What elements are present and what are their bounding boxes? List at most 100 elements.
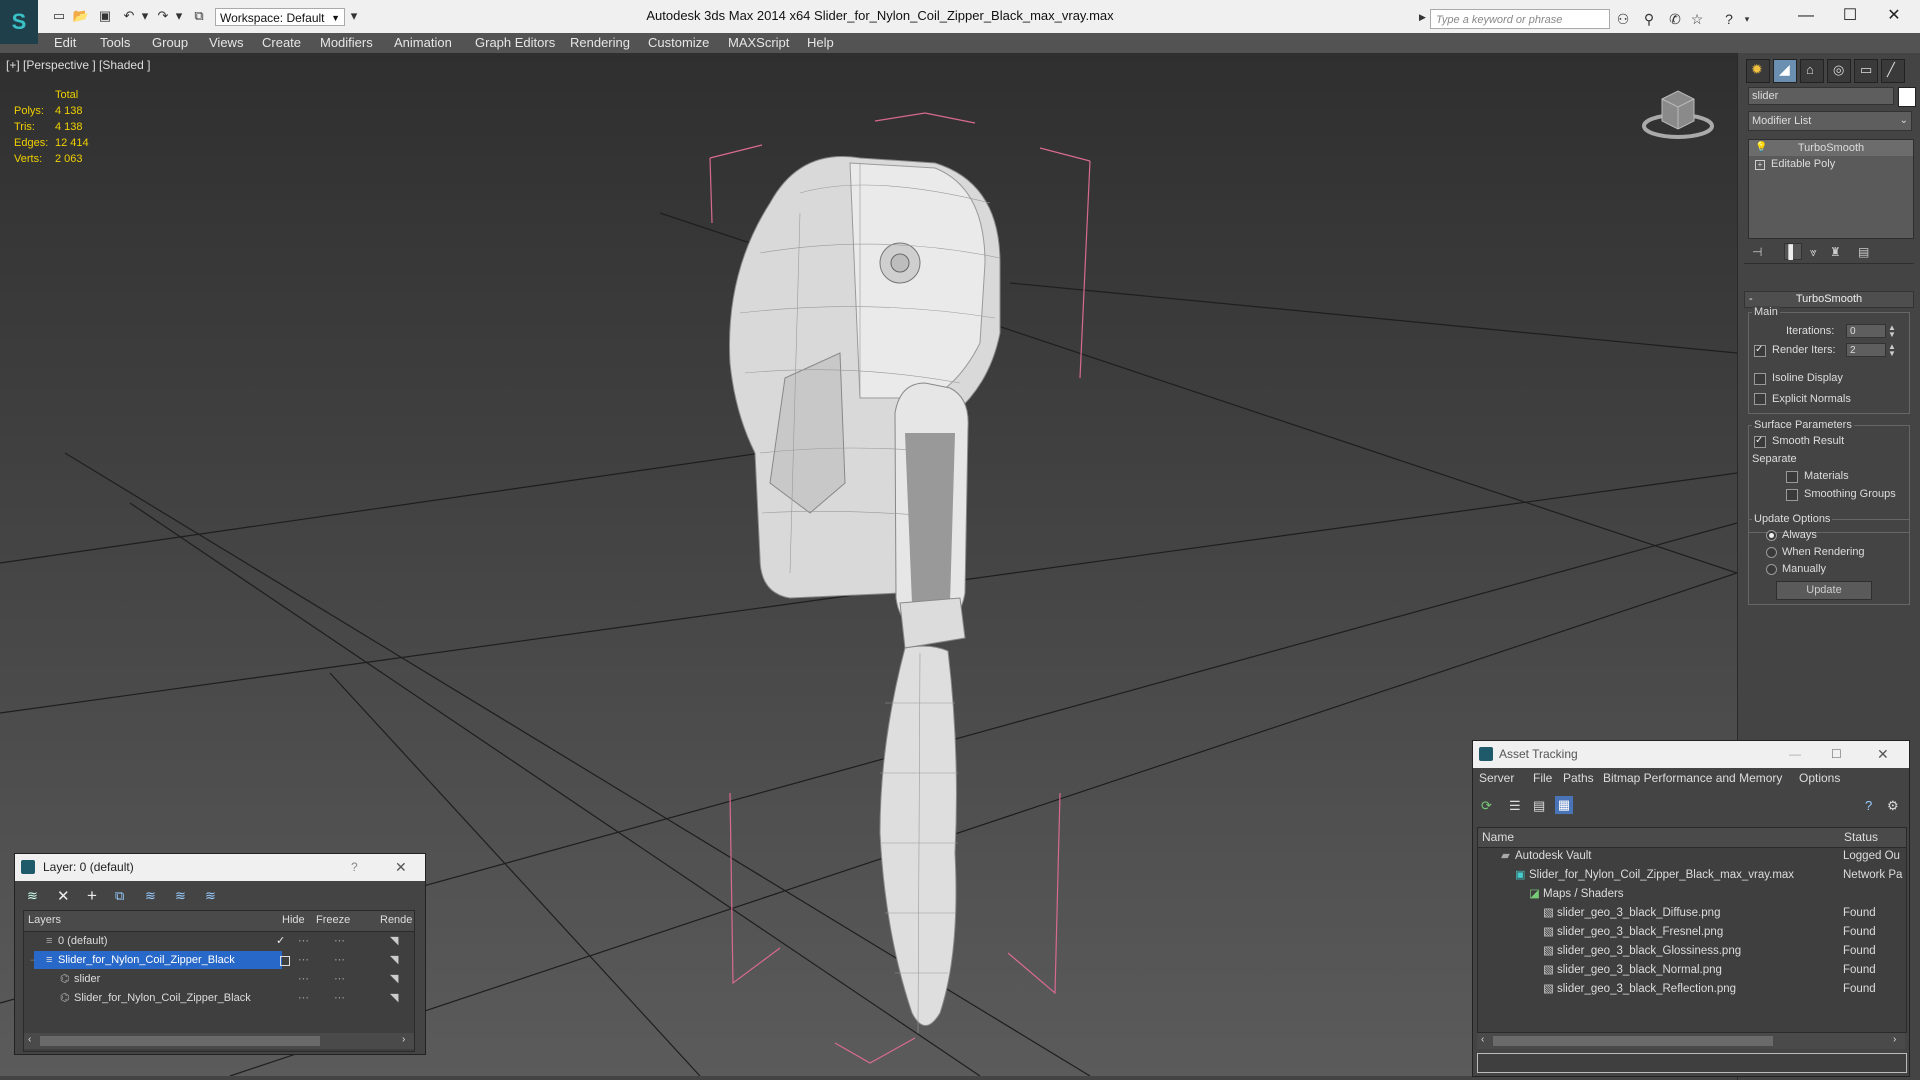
render-toggle-icon[interactable]: ◥ [390,970,398,989]
asset-tracking-titlebar[interactable]: Asset Tracking — ☐ ✕ [1473,741,1909,768]
make-unique-icon[interactable]: ⩔ [1810,245,1817,260]
object-color-swatch[interactable] [1898,87,1916,107]
expand-search-icon[interactable]: ▶ [1419,12,1426,23]
list-view-icon[interactable]: ☰ [1509,798,1521,814]
help-icon[interactable]: ? [1865,798,1872,813]
maximize-button[interactable]: ☐ [1831,741,1842,768]
table-view-icon[interactable]: ▦ [1555,796,1573,814]
create-tab-icon[interactable]: ✹ [1746,59,1770,83]
menu-maxscript[interactable]: MAXScript [728,35,789,50]
layer-row[interactable]: ⌬ Slider_for_Nylon_Coil_Zipper_Black ⋯ ⋯… [24,989,414,1008]
asset-row[interactable]: ▧ slider_geo_3_black_Glossiness.png Foun… [1477,942,1905,961]
collapse-minus-icon[interactable]: − [30,951,35,970]
scrollbar-thumb[interactable] [1493,1036,1773,1046]
spinner-arrows-icon[interactable]: ▲ ▼ [1888,324,1896,339]
menu-animation[interactable]: Animation [394,35,452,50]
spinner-arrows-icon[interactable]: ▲ ▼ [1888,343,1896,358]
motion-tab-icon[interactable]: ◎ [1827,59,1851,83]
hide-toggle-icon[interactable]: ⋯ [298,989,309,1008]
layer-row[interactable]: ≡ 0 (default) ✓ ⋯ ⋯ ◥ [24,932,414,951]
save-icon[interactable]: ▣ [96,8,114,24]
menu-group[interactable]: Group [152,35,188,50]
layer-dialog-titlebar[interactable]: Layer: 0 (default) ? ✕ [15,854,425,881]
modifier-list-dropdown[interactable]: Modifier List ⌄ [1748,111,1912,131]
menu-options[interactable]: Options [1799,771,1840,785]
menu-modifiers[interactable]: Modifiers [320,35,373,50]
menu-create[interactable]: Create [262,35,301,50]
configure-modifier-sets-icon[interactable]: ▤ [1858,245,1869,259]
viewport-label[interactable]: [+] [Perspective ] [Shaded ] [6,58,150,72]
column-name[interactable]: Name [1482,830,1514,844]
menu-rendering[interactable]: Rendering [570,35,630,50]
open-file-icon[interactable]: 📂 [72,8,90,24]
update-button[interactable]: Update [1776,581,1872,600]
layer-row[interactable]: ⌬ slider ⋯ ⋯ ◥ [24,970,414,989]
object-name-field[interactable]: slider [1748,87,1894,105]
column-status[interactable]: Status [1844,830,1878,844]
column-hide[interactable]: Hide [282,914,305,926]
delete-layer-icon[interactable]: ✕ [57,887,70,905]
manually-radio[interactable] [1766,564,1777,575]
set-current-box-icon[interactable] [280,956,290,966]
viewcube-icon[interactable] [1640,81,1720,141]
asset-row[interactable]: ▧ slider_geo_3_black_Fresnel.png Found [1477,923,1905,942]
asset-row[interactable]: ◪ Maps / Shaders [1477,885,1905,904]
column-layers[interactable]: Layers [28,914,61,926]
display-tab-icon[interactable]: ▭ [1854,59,1878,83]
redo-dropdown-icon[interactable]: ▾ [170,8,188,24]
render-toggle-icon[interactable]: ◥ [390,989,398,1008]
menu-paths[interactable]: Paths [1563,771,1594,785]
asset-row[interactable]: ▣ Slider_for_Nylon_Coil_Zipper_Black_max… [1477,866,1905,885]
lightbulb-icon[interactable]: 💡 [1755,140,1767,156]
asset-row[interactable]: ▧ slider_geo_3_black_Reflection.png Foun… [1477,980,1905,999]
favorites-star-icon[interactable]: ☆ [1688,10,1706,28]
menu-tools[interactable]: Tools [100,35,130,50]
render-iters-spinner[interactable]: 2 [1846,343,1886,357]
zipper-slider-model[interactable] [729,156,1001,1034]
freeze-toggle-icon[interactable]: ⋯ [334,989,345,1008]
column-render[interactable]: Rende [380,914,412,926]
horizontal-scrollbar[interactable]: ‹ › [1477,1033,1905,1049]
asset-row[interactable]: ▧ slider_geo_3_black_Normal.png Found [1477,961,1905,980]
when-rendering-radio[interactable] [1766,547,1777,558]
materials-checkbox[interactable] [1786,471,1798,483]
remove-modifier-icon[interactable]: ♜ [1830,245,1841,259]
menu-edit[interactable]: Edit [54,35,76,50]
menu-file[interactable]: File [1533,771,1552,785]
workspace-options-icon[interactable]: ▾ [345,8,363,24]
scroll-left-icon[interactable]: ‹ [1481,1034,1484,1045]
render-iters-checkbox[interactable] [1754,344,1766,357]
tree-view-icon[interactable]: ▤ [1533,798,1545,814]
path-input[interactable] [1477,1053,1907,1073]
expand-plus-icon[interactable]: + [1755,160,1765,170]
app-logo-icon[interactable]: S [0,0,38,44]
smooth-result-checkbox[interactable] [1754,435,1766,448]
highlight-selected-icon[interactable]: ≋ [145,888,156,904]
refresh-icon[interactable]: ⟳ [1481,798,1492,814]
add-to-layer-icon[interactable]: + [87,886,97,906]
menu-bitmap-performance[interactable]: Bitmap Performance and Memory [1603,771,1782,785]
isoline-display-checkbox[interactable] [1754,373,1766,385]
hide-all-icon[interactable]: ≋ [175,888,186,904]
scroll-right-icon[interactable]: › [402,1034,405,1045]
menu-help[interactable]: Help [807,35,834,50]
project-folder-icon[interactable]: ⧉ [190,8,208,24]
communication-center-icon[interactable]: ✆ [1666,10,1684,28]
freeze-toggle-icon[interactable]: ⋯ [334,951,345,970]
layer-row[interactable]: − ≡ Slider_for_Nylon_Coil_Zipper_Black ⋯… [24,951,414,970]
menu-graph-editors[interactable]: Graph Editors [475,35,555,50]
minimize-button[interactable]: — [1786,4,1826,28]
workspace-dropdown[interactable]: Workspace: Default ▼ [215,8,345,26]
always-radio[interactable] [1766,530,1777,541]
stack-item-turbosmooth[interactable]: 💡 TurboSmooth [1749,140,1913,156]
active-layer-check-icon[interactable]: ✓ [276,932,285,951]
hide-toggle-icon[interactable]: ⋯ [298,932,309,951]
stack-item-editable-poly[interactable]: + Editable Poly [1749,156,1913,172]
new-file-icon[interactable]: ▭ [50,8,68,24]
close-icon[interactable]: ✕ [1877,741,1889,768]
utilities-tab-icon[interactable]: ╱ [1881,59,1905,83]
explicit-normals-checkbox[interactable] [1754,393,1766,405]
settings-icon[interactable]: ⚙ [1887,798,1899,814]
scroll-left-icon[interactable]: ‹ [28,1034,31,1045]
maximize-button[interactable]: ☐ [1830,4,1870,28]
